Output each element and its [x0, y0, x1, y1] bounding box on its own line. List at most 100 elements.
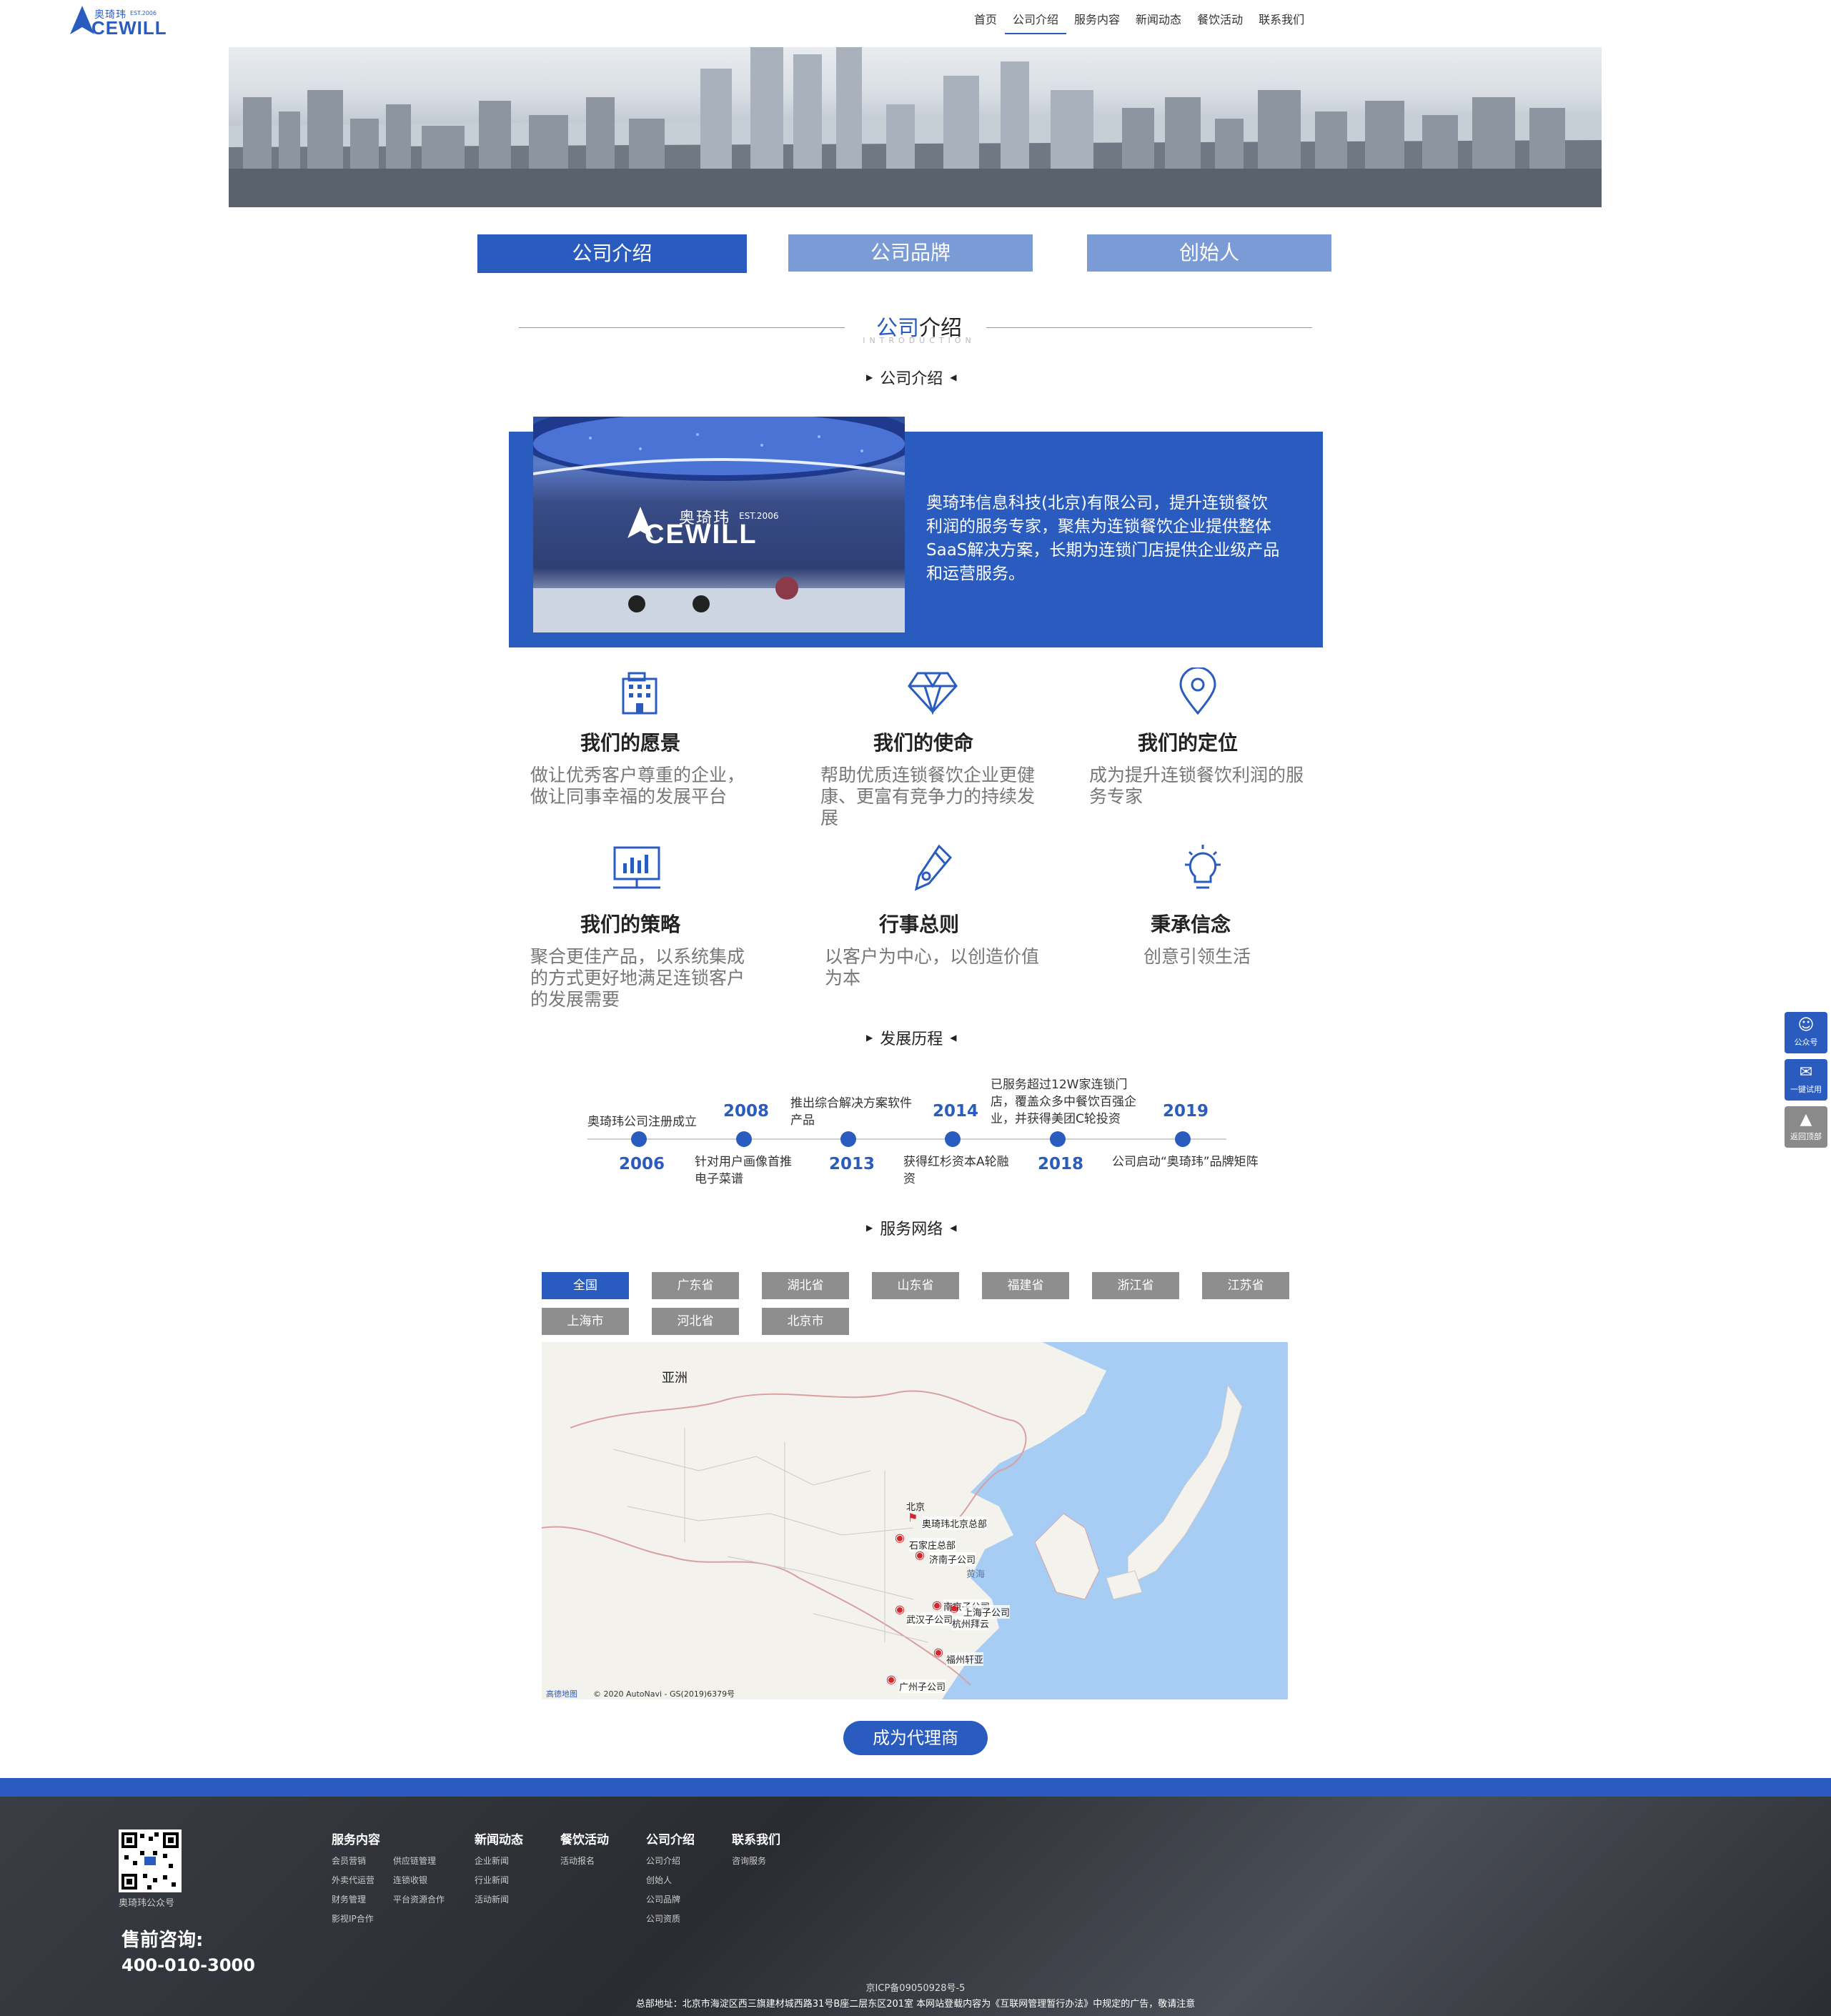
- triangle-right-icon: ▶: [866, 1033, 873, 1043]
- logo[interactable]: 奥琦玮 EST.2006 CEWILL: [70, 4, 170, 39]
- region-shandong[interactable]: 山东省: [872, 1272, 959, 1299]
- logo-mark-icon: [70, 6, 94, 34]
- wechat-icon: ☺: [1797, 1016, 1815, 1034]
- side-back-to-top-button[interactable]: ▲ 返回顶部: [1785, 1106, 1827, 1148]
- footer-address: 总部地址：北京市海淀区西三旗建材城西路31号B座二层东区201室 本网站登载内容…: [635, 1999, 1196, 2010]
- nav-news[interactable]: 新闻动态: [1128, 10, 1189, 34]
- footer-link[interactable]: 公司介绍: [646, 1852, 695, 1871]
- qr-code-image: [119, 1829, 182, 1892]
- footer-col-title[interactable]: 服务内容: [332, 1829, 472, 1847]
- map-pin-icon[interactable]: ◉: [886, 1674, 896, 1685]
- become-agent-button[interactable]: 成为代理商: [843, 1721, 988, 1755]
- nav-company[interactable]: 公司介绍: [1005, 10, 1067, 34]
- footer-link[interactable]: 活动新闻: [475, 1890, 523, 1910]
- map-label-guangzhou: 广州子公司: [899, 1679, 946, 1693]
- logo-est: EST.2006: [130, 10, 157, 16]
- diamond-icon: [908, 672, 958, 715]
- footer-col-company: 公司介绍 公司介绍 创始人 公司品牌 公司资质: [646, 1829, 695, 1929]
- side-wechat-button[interactable]: ☺ 公众号: [1785, 1012, 1827, 1053]
- section-title: 公司介绍 INTRODUCTION: [519, 307, 1312, 350]
- footer-link[interactable]: 影视IP合作: [332, 1910, 393, 1929]
- footer-link[interactable]: 咨询服务: [732, 1852, 780, 1871]
- footer-col-events: 餐饮活动 活动报名: [560, 1829, 609, 1871]
- timeline-event-2008: 针对用户画像首推电子菜谱: [695, 1155, 792, 1186]
- footer-col-news: 新闻动态 企业新闻 行业新闻 活动新闻: [475, 1829, 523, 1910]
- value-title: 行事总则: [879, 913, 960, 936]
- footer-link[interactable]: 行业新闻: [475, 1871, 523, 1890]
- timeline-dot: [945, 1131, 961, 1147]
- region-hebei[interactable]: 河北省: [652, 1308, 739, 1335]
- footer-col-title[interactable]: 餐饮活动: [560, 1829, 609, 1847]
- region-fujian[interactable]: 福建省: [982, 1272, 1069, 1299]
- region-guangdong[interactable]: 广东省: [652, 1272, 739, 1299]
- footer-link[interactable]: 财务管理: [332, 1890, 393, 1910]
- footer-link[interactable]: 活动报名: [560, 1852, 609, 1871]
- timeline-year-2013: 2013: [829, 1155, 875, 1173]
- subhead-intro: ▶ 公司介绍 ◀: [866, 370, 957, 388]
- timeline-year-2018: 2018: [1038, 1155, 1084, 1173]
- icp-record[interactable]: 京ICP备09050928号-5: [0, 1980, 1831, 1994]
- value-title: 我们的策略: [580, 913, 681, 936]
- subhead-history: ▶ 发展历程 ◀: [866, 1031, 957, 1048]
- value-title: 我们的使命: [873, 731, 974, 755]
- tab-founder[interactable]: 创始人: [1087, 234, 1331, 272]
- footer-link[interactable]: 连锁收银: [393, 1871, 472, 1890]
- subhead-network: ▶ 服务网络 ◀: [866, 1221, 957, 1238]
- footer-link[interactable]: 会员营销: [332, 1852, 393, 1871]
- region-all[interactable]: 全国: [542, 1272, 629, 1299]
- footer-link[interactable]: 企业新闻: [475, 1852, 523, 1871]
- footer-col-title[interactable]: 联系我们: [732, 1829, 780, 1847]
- region-jiangsu[interactable]: 江苏省: [1202, 1272, 1289, 1299]
- presale-phone[interactable]: 400-010-3000: [121, 1955, 255, 1975]
- intro-text: 奥琦玮信息科技(北京)有限公司，提升连锁餐饮利润的服务专家，聚焦为连锁餐饮企业提…: [926, 494, 1280, 583]
- footer-link[interactable]: 公司资质: [646, 1910, 695, 1929]
- value-text: 聚合更佳产品，以系统集成的方式更好地满足连锁客户的发展需要: [530, 946, 745, 1010]
- map-pin-hq-icon[interactable]: ⚑: [908, 1512, 918, 1524]
- triangle-right-icon: ▶: [866, 372, 873, 382]
- footer-col-title[interactable]: 新闻动态: [475, 1829, 523, 1847]
- timeline-event-2018: 已服务超过12W家连锁门店，覆盖众多中餐饮百强企业，并获得美团C轮投资: [991, 1078, 1136, 1126]
- region-shanghai[interactable]: 上海市: [542, 1308, 629, 1335]
- triangle-left-icon: ◀: [950, 1223, 957, 1233]
- map-pin-icon[interactable]: ◉: [932, 1599, 942, 1611]
- timeline-axis: [587, 1138, 1226, 1140]
- footer-link[interactable]: 平台资源合作: [393, 1890, 472, 1910]
- map-label-hq: 奥琦玮北京总部: [922, 1516, 988, 1530]
- footer-link[interactable]: 供应链管理: [393, 1852, 472, 1871]
- tab-company-brand[interactable]: 公司品牌: [788, 234, 1033, 272]
- nav-home[interactable]: 首页: [966, 10, 1005, 34]
- region-zhejiang[interactable]: 浙江省: [1092, 1272, 1179, 1299]
- map-pin-icon[interactable]: ◉: [933, 1647, 943, 1658]
- map-label-wuhan: 武汉子公司: [906, 1612, 953, 1626]
- region-hubei[interactable]: 湖北省: [762, 1272, 849, 1299]
- footer-link[interactable]: 公司品牌: [646, 1890, 695, 1910]
- footer-link[interactable]: 创始人: [646, 1871, 695, 1890]
- service-network-map[interactable]: 亚洲 北京 黄海 ⚑ 奥琦玮北京总部 ◉ 石家庄总部 ◉ 济南子公司 ◉ 武汉子…: [542, 1342, 1288, 1699]
- nav-events[interactable]: 餐饮活动: [1189, 10, 1251, 34]
- monitor-chart-icon: [613, 846, 660, 889]
- side-trial-button[interactable]: ✉ 一键试用: [1785, 1059, 1827, 1101]
- map-pin-icon[interactable]: ◉: [895, 1532, 905, 1544]
- map-copyright: © 2020 AutoNavi - GS(2019)6379号: [593, 1689, 735, 1699]
- section-title-en: INTRODUCTION: [863, 336, 976, 345]
- map-provider: 高德地图: [546, 1689, 577, 1699]
- nav-services[interactable]: 服务内容: [1066, 10, 1128, 34]
- tab-company-intro[interactable]: 公司介绍: [477, 234, 747, 273]
- timeline-event-2013: 推出综合解决方案软件产品: [790, 1096, 912, 1128]
- map-label-fuzhou: 福州轩亚: [946, 1652, 984, 1666]
- top-icon: ▲: [1800, 1111, 1812, 1128]
- triangle-left-icon: ◀: [950, 1033, 957, 1043]
- map-pin-icon[interactable]: ◉: [915, 1549, 925, 1561]
- map-label-hangzhou: 杭州拜云: [952, 1617, 990, 1630]
- region-beijing[interactable]: 北京市: [762, 1308, 849, 1335]
- header: 奥琦玮 EST.2006 CEWILL 首页 公司介绍 服务内容 新闻动态 餐饮…: [0, 0, 1831, 43]
- footer-col-title[interactable]: 公司介绍: [646, 1829, 695, 1847]
- value-title: 秉承信念: [1151, 913, 1231, 936]
- value-text: 创意引领生活: [1143, 946, 1251, 967]
- map-pin-icon[interactable]: ◉: [895, 1604, 905, 1615]
- nav-contact[interactable]: 联系我们: [1251, 10, 1312, 34]
- timeline-dot: [840, 1131, 856, 1147]
- map-pin-icon[interactable]: ◉: [949, 1602, 959, 1614]
- qr-caption: 奥琦玮公众号: [119, 1898, 175, 1909]
- footer-link[interactable]: 外卖代运营: [332, 1871, 393, 1890]
